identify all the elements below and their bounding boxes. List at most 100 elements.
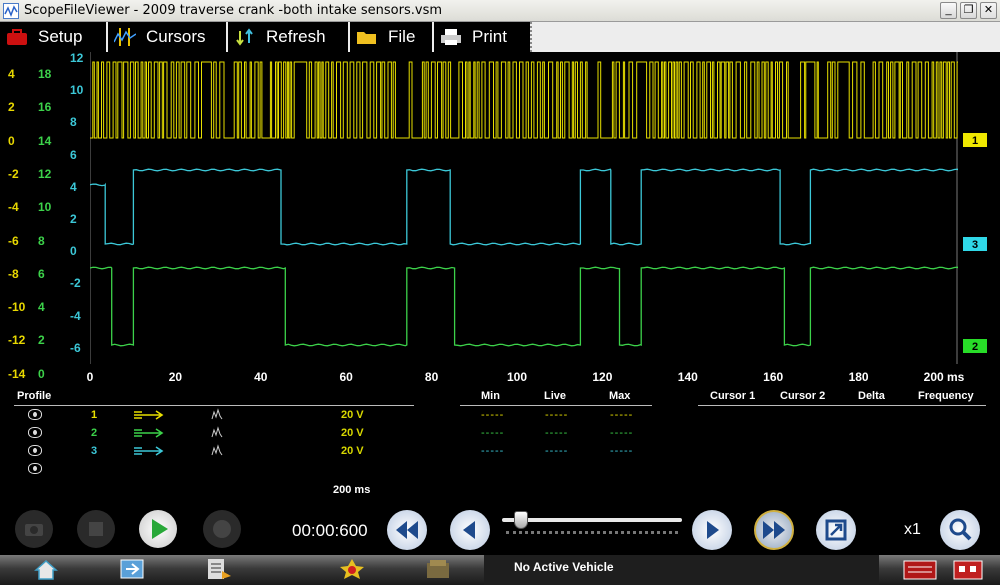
- slider-thumb[interactable]: [514, 511, 528, 529]
- channel-2-live: -----: [545, 427, 569, 439]
- channel-panel: Profile Min Live Max Cursor 1 Cursor 2 D…: [0, 387, 1000, 507]
- max-header: Max: [609, 390, 631, 402]
- guided-test-icon[interactable]: [338, 557, 366, 581]
- x-tick-label: 80: [424, 370, 439, 384]
- shop-tools-icon[interactable]: [952, 557, 984, 581]
- play-button[interactable]: [139, 510, 177, 548]
- rewind-button[interactable]: [387, 510, 427, 550]
- profile-divider: [14, 405, 414, 406]
- record-button[interactable]: [203, 510, 241, 548]
- channel-1-scale[interactable]: 20 V: [341, 409, 364, 421]
- cursor-divider: [698, 405, 986, 406]
- channel-1-marker[interactable]: 1: [962, 132, 988, 148]
- cyan-scale-tick: -4: [70, 308, 81, 323]
- refresh-button[interactable]: Refresh: [228, 22, 348, 52]
- playback-slider[interactable]: [502, 511, 682, 541]
- toolbar: Setup Cursors Refresh File Print: [0, 22, 1000, 52]
- delta-header: Delta: [858, 390, 885, 402]
- cursors-button[interactable]: Cursors: [108, 22, 226, 52]
- minimize-button[interactable]: _: [940, 2, 957, 19]
- playback-controls: 00:00:600 x1: [0, 507, 1000, 555]
- playback-time: 00:00:600: [292, 521, 368, 540]
- channel-3-marker[interactable]: 3: [962, 236, 988, 252]
- fast-forward-button[interactable]: [754, 510, 794, 550]
- print-button[interactable]: Print: [434, 22, 530, 52]
- file-label: File: [388, 27, 416, 46]
- cyan-scale-tick: 6: [70, 147, 77, 162]
- x-tick-label: 160: [763, 370, 784, 384]
- fast-forward-icon: [763, 521, 785, 539]
- channel-number: 1: [91, 409, 98, 421]
- scanner-icon[interactable]: [118, 557, 146, 581]
- channel-1-live: -----: [545, 409, 569, 421]
- visibility-eye-icon[interactable]: [28, 445, 42, 456]
- setup-label: Setup: [38, 27, 83, 46]
- cyan-scale-tick: 4: [70, 179, 77, 194]
- zoom-fit-button[interactable]: [816, 510, 856, 550]
- green-scale-tick: 8: [38, 233, 45, 248]
- cursor1-header: Cursor 1: [710, 390, 756, 402]
- stats-divider: [460, 405, 652, 406]
- channel-2-marker[interactable]: 2: [962, 338, 988, 354]
- green-scale-tick: 12: [38, 166, 52, 181]
- camera-icon: [25, 524, 43, 536]
- yellow-scale-tick: -2: [8, 166, 19, 181]
- channel-1-filter-icon[interactable]: [211, 408, 223, 420]
- channel-2-scale[interactable]: 20 V: [341, 427, 364, 439]
- file-button[interactable]: File: [350, 22, 432, 52]
- x-tick-label: 20: [168, 370, 183, 384]
- setup-button[interactable]: Setup: [0, 22, 106, 52]
- green-scale-tick: 14: [38, 133, 52, 148]
- rewind-icon: [396, 521, 418, 539]
- x-axis: 0 20 40 60 80 100 120 140 160 180 200 ms: [0, 367, 1000, 387]
- tool-case-icon[interactable]: [902, 557, 938, 581]
- green-scale-tick: 18: [38, 67, 52, 81]
- channel-2-filter-icon[interactable]: [211, 426, 223, 438]
- waveform-svg: [90, 52, 958, 364]
- visibility-eye-icon[interactable]: [28, 409, 42, 420]
- step-back-icon: [463, 521, 475, 539]
- camera-button[interactable]: [15, 510, 53, 548]
- channel-3-live: -----: [545, 445, 569, 457]
- vehicle-folder-icon[interactable]: [424, 557, 452, 581]
- channel-2-max: -----: [610, 427, 634, 439]
- step-forward-button[interactable]: [692, 510, 732, 550]
- channel-1-min: -----: [481, 409, 505, 421]
- data-list-icon[interactable]: [205, 557, 233, 581]
- live-header: Live: [544, 390, 567, 402]
- yellow-scale-tick: -4: [8, 200, 19, 215]
- timebase-value[interactable]: 200 ms: [333, 484, 370, 496]
- play-icon: [152, 519, 168, 539]
- min-header: Min: [481, 390, 500, 402]
- window-title: ScopeFileViewer - 2009 traverse crank -b…: [24, 3, 443, 18]
- stop-button[interactable]: [77, 510, 115, 548]
- vehicle-status: No Active Vehicle: [484, 555, 879, 585]
- restore-button[interactable]: ❐: [960, 2, 977, 19]
- channel-1-max: -----: [610, 409, 634, 421]
- visibility-eye-icon[interactable]: [28, 463, 42, 474]
- channel-2-probe-icon[interactable]: [132, 426, 164, 440]
- taskbar: No Active Vehicle: [0, 555, 1000, 585]
- cursor2-header: Cursor 2: [780, 390, 826, 402]
- close-button[interactable]: ✕: [980, 2, 997, 19]
- channel-3-scale[interactable]: 20 V: [341, 445, 364, 457]
- visibility-eye-icon[interactable]: [28, 427, 42, 438]
- cyan-scale-tick: 2: [70, 212, 77, 226]
- home-icon[interactable]: [32, 557, 60, 581]
- refresh-label: Refresh: [266, 27, 326, 46]
- slider-track: [502, 518, 682, 522]
- channel-number: 3: [91, 445, 98, 457]
- green-scale-tick: 6: [38, 266, 45, 281]
- channel-number: 2: [91, 427, 98, 439]
- toolbox-icon: [7, 29, 27, 45]
- x-tick-label: 180: [848, 370, 869, 384]
- magnify-button[interactable]: [940, 510, 980, 550]
- x-tick-label: 100: [506, 370, 528, 384]
- channel-1-probe-icon[interactable]: [132, 408, 164, 422]
- profile-header: Profile: [17, 390, 52, 402]
- waveform-plot[interactable]: [90, 52, 958, 364]
- step-back-button[interactable]: [450, 510, 490, 550]
- channel-3-probe-icon[interactable]: [132, 444, 164, 458]
- channel-3-filter-icon[interactable]: [211, 444, 223, 456]
- cyan-scale-tick: -6: [70, 340, 81, 355]
